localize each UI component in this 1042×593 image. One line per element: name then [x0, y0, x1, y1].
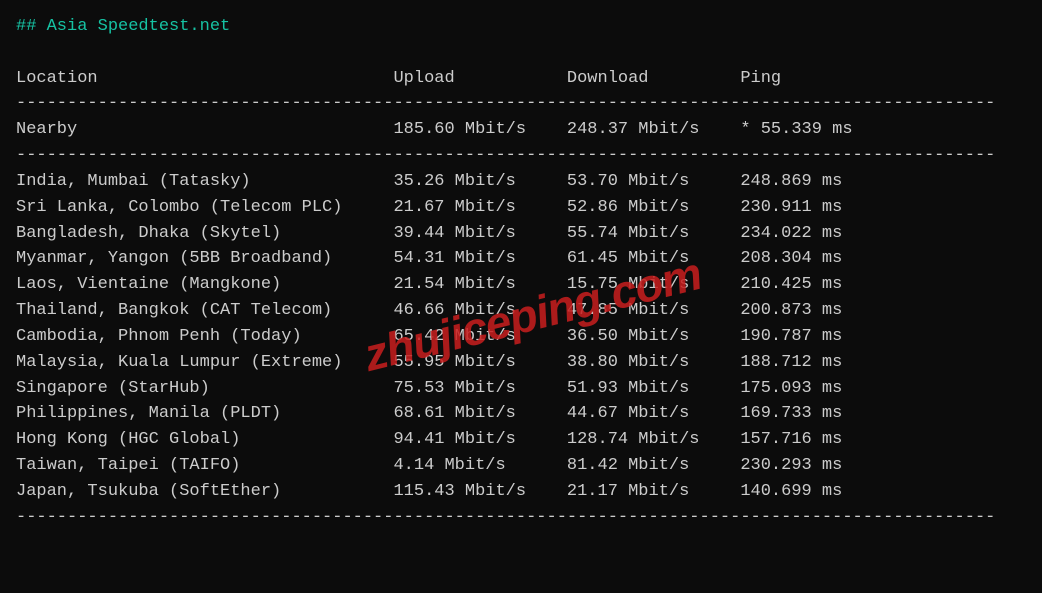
speedtest-row: Sri Lanka, Colombo (Telecom PLC) 21.67 M… [16, 195, 1026, 221]
speedtest-row: Taiwan, Taipei (TAIFO) 4.14 Mbit/s 81.42… [16, 453, 1026, 479]
speedtest-row: Malaysia, Kuala Lumpur (Extreme) 55.95 M… [16, 350, 1026, 376]
speedtest-row: Myanmar, Yangon (5BB Broadband) 54.31 Mb… [16, 246, 1026, 272]
speedtest-row: Hong Kong (HGC Global) 94.41 Mbit/s 128.… [16, 427, 1026, 453]
section-title: ## Asia Speedtest.net [16, 14, 1026, 40]
speedtest-row: Cambodia, Phnom Penh (Today) 65.42 Mbit/… [16, 324, 1026, 350]
divider-line: ----------------------------------------… [16, 143, 1026, 169]
speedtest-row: Singapore (StarHub) 75.53 Mbit/s 51.93 M… [16, 376, 1026, 402]
speedtest-row: Philippines, Manila (PLDT) 68.61 Mbit/s … [16, 401, 1026, 427]
speedtest-row: Bangladesh, Dhaka (Skytel) 39.44 Mbit/s … [16, 221, 1026, 247]
speedtest-row: Thailand, Bangkok (CAT Telecom) 46.66 Mb… [16, 298, 1026, 324]
speedtest-row: Japan, Tsukuba (SoftEther) 115.43 Mbit/s… [16, 479, 1026, 505]
data-rows: India, Mumbai (Tatasky) 35.26 Mbit/s 53.… [16, 169, 1026, 505]
nearby-row: Nearby 185.60 Mbit/s 248.37 Mbit/s * 55.… [16, 117, 1026, 143]
header-row: Location Upload Download Ping [16, 66, 1026, 92]
divider-line: ----------------------------------------… [16, 505, 1026, 531]
speedtest-row: India, Mumbai (Tatasky) 35.26 Mbit/s 53.… [16, 169, 1026, 195]
speedtest-row: Laos, Vientaine (Mangkone) 21.54 Mbit/s … [16, 272, 1026, 298]
divider-line: ----------------------------------------… [16, 91, 1026, 117]
